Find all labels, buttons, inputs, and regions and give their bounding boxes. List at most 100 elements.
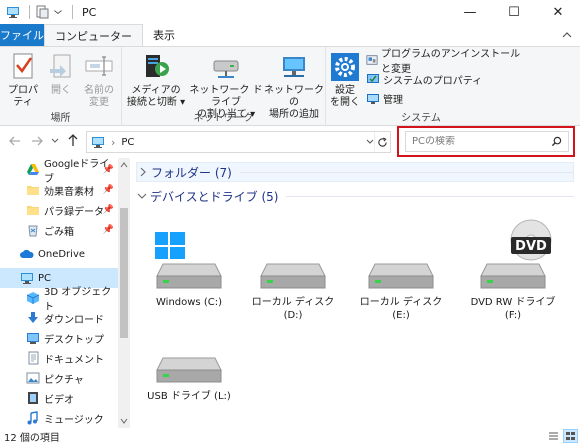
tab-computer[interactable]: コンピューター [44, 24, 143, 46]
up-arrow-icon[interactable] [66, 133, 80, 147]
pc-icon[interactable] [6, 5, 20, 19]
close-button[interactable]: ✕ [536, 0, 580, 24]
scroll-up-icon[interactable] [118, 158, 130, 172]
drive-usb-l[interactable]: USB ドライブ (L:) [142, 346, 236, 403]
scrollbar-thumb[interactable] [120, 208, 128, 338]
ribbon-tabs: ファイル コンピューター 表示 [0, 24, 580, 46]
manage-button[interactable]: 管理 [366, 90, 403, 106]
sidebar-item-sound-effects[interactable]: 効果音素材 📌 [0, 180, 118, 200]
uninstall-programs-button[interactable]: プログラムのアンインストールと変更 [366, 49, 526, 75]
pc-icon [92, 137, 104, 148]
tab-file[interactable]: ファイル [0, 24, 44, 46]
scroll-down-icon[interactable] [118, 414, 130, 428]
properties-check-icon [13, 53, 33, 79]
sidebar-item-google-drive[interactable]: Googleドライブ 📌 [0, 159, 118, 185]
devices-header-label: デバイスとドライブ (5) [150, 189, 279, 204]
open-label: 開く [51, 85, 71, 96]
address-bar[interactable]: › PC [86, 131, 391, 153]
pictures-icon [26, 372, 40, 384]
search-highlight [397, 126, 575, 157]
sidebar-item-label: OneDrive [38, 248, 86, 260]
manage-label: 管理 [383, 94, 403, 106]
sidebar-item-videos[interactable]: ビデオ [0, 388, 118, 408]
media-connect-button[interactable]: メディアの 接続と切断 ▾ [126, 51, 186, 109]
breadcrumb-pc[interactable]: PC [121, 137, 134, 148]
properties-button[interactable]: プロパティ [4, 51, 42, 109]
details-view-button[interactable] [546, 429, 561, 443]
refresh-button[interactable] [374, 132, 390, 152]
address-history-chevron-icon[interactable] [366, 138, 374, 146]
drive-local-e[interactable]: ローカル ディスク (E:) [354, 230, 448, 322]
recent-locations-chevron-icon[interactable] [50, 136, 60, 146]
sidebar-item-label: デスクトップ [44, 334, 104, 346]
large-icons-view-button[interactable] [563, 429, 578, 443]
collapse-ribbon-icon[interactable] [560, 28, 574, 42]
desktop-icon [27, 333, 39, 344]
search-icon[interactable] [551, 136, 562, 147]
folders-header-label: フォルダー (7) [151, 165, 232, 180]
ribbon-group-system: 設定 を開く プログラムのアンインストールと変更 システムのプロパティ 管理 シ… [326, 47, 526, 126]
sidebar-item-label: ピクチャ [44, 374, 84, 386]
item-count: 12 個の項目 [4, 432, 60, 444]
pin-icon[interactable]: 📌 [103, 205, 114, 215]
drive-dvd-f[interactable]: DVD DVD RW ドライブ (F:) [466, 218, 560, 322]
pin-icon[interactable]: 📌 [103, 165, 114, 175]
system-properties-button[interactable]: システムのプロパティ [366, 71, 482, 87]
open-settings-button[interactable]: 設定 を開く [328, 51, 362, 109]
breadcrumb-separator[interactable]: › [111, 136, 115, 149]
pin-icon[interactable]: 📌 [103, 225, 114, 235]
tab-view[interactable]: 表示 [143, 24, 185, 46]
drive-local-d[interactable]: ローカル ディスク (D:) [246, 230, 340, 322]
dvd-badge: DVD [515, 239, 547, 254]
sidebar-item-para-data[interactable]: パラ録データ 📌 [0, 200, 118, 220]
sidebar-item-3d-objects[interactable]: 3D オブジェクト [0, 287, 118, 313]
pin-icon[interactable]: 📌 [103, 185, 114, 195]
system-properties-label: システムのプロパティ [383, 75, 483, 87]
sidebar-item-documents[interactable]: ドキュメント [0, 348, 118, 368]
details-view-icon [549, 432, 558, 440]
search-input[interactable] [412, 136, 552, 147]
network-group-label: ネットワーク [193, 113, 254, 124]
folder-icon [27, 186, 39, 195]
status-bar: 12 個の項目 [0, 428, 580, 444]
sidebar-item-music[interactable]: ミュージック [0, 408, 118, 428]
folders-group-header[interactable]: フォルダー (7) [136, 162, 574, 182]
ribbon-group-network: メディアの 接続と切断 ▾ ネットワーク ドライブ の割り当て ▾ ネットワーク… [122, 47, 326, 126]
settings-label-line1: 設定 [335, 85, 355, 96]
minimize-button[interactable]: — [448, 0, 492, 24]
sidebar-scrollbar[interactable] [118, 158, 130, 428]
drive-windows-c[interactable]: Windows (C:) [142, 230, 236, 309]
media-server-icon [146, 55, 169, 77]
network-drive-icon [213, 60, 239, 78]
sidebar-item-recycle-bin[interactable]: ごみ箱 📌 [0, 220, 118, 240]
refresh-icon [378, 136, 387, 147]
location-group-label: 場所 [50, 113, 71, 124]
windows-drive-icon [155, 232, 222, 289]
chevron-down-icon[interactable] [136, 190, 148, 202]
rename-label-line1: 名前の [84, 85, 114, 96]
sidebar-item-downloads[interactable]: ダウンロード [0, 308, 118, 328]
chevron-down-icon[interactable] [53, 5, 63, 19]
chevron-right-icon[interactable] [137, 166, 149, 178]
large-icons-view-icon [566, 432, 575, 440]
recycle-bin-icon [28, 225, 38, 237]
title-bar: PC — ☐ ✕ [0, 0, 580, 24]
back-arrow-icon[interactable] [8, 134, 22, 148]
sidebar-item-label: 効果音素材 [44, 186, 94, 198]
manage-icon [367, 94, 379, 104]
sidebar-item-pictures[interactable]: ピクチャ [0, 368, 118, 388]
properties-icon[interactable] [35, 5, 49, 19]
maximize-button[interactable]: ☐ [492, 0, 536, 24]
search-box[interactable] [405, 131, 569, 152]
navigation-bar: › PC [0, 126, 580, 158]
open-button[interactable]: 開く [46, 51, 76, 97]
ribbon-group-location: プロパティ 開く 名前の 変更 場所 [0, 47, 122, 126]
forward-arrow-icon[interactable] [30, 134, 44, 148]
sidebar-item-desktop[interactable]: デスクトップ [0, 328, 118, 348]
sidebar-item-onedrive[interactable]: OneDrive [0, 244, 118, 264]
window-controls: — ☐ ✕ [448, 0, 580, 24]
rename-button[interactable]: 名前の 変更 [80, 51, 118, 109]
divider [239, 171, 573, 173]
devices-group-header[interactable]: デバイスとドライブ (5) [136, 186, 574, 206]
file-list: フォルダー (7) デバイスとドライブ (5) Windows (C:) ローカ… [130, 158, 580, 428]
